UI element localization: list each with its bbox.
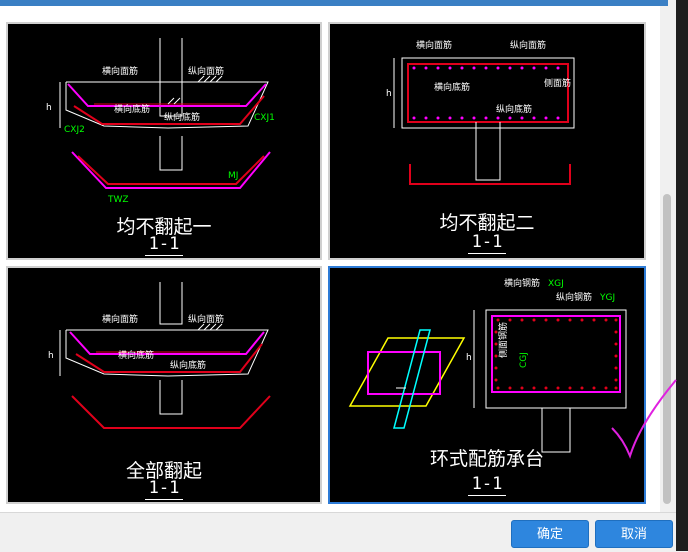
svg-text:横向底筋: 横向底筋 bbox=[118, 349, 154, 361]
svg-text:h: h bbox=[466, 353, 472, 363]
svg-text:横向底筋: 横向底筋 bbox=[434, 81, 470, 93]
svg-text:XGJ: XGJ bbox=[548, 279, 564, 289]
svg-text:侧面钢筋: 侧面钢筋 bbox=[497, 322, 509, 358]
option-tile-ring-reinforced-cap[interactable]: h 横向钢筋 XGJ 纵向钢筋 YGJ 侧面钢筋 CGJ 环式配筋承台 1-1 bbox=[328, 266, 646, 504]
ok-button[interactable]: 确定 bbox=[511, 520, 589, 548]
option-grid: h 横向面筋 纵向面筋 横向底筋 纵向底筋 CXJ2 CXJ1 TWZ MJ 均… bbox=[0, 6, 660, 512]
svg-text:横向面筋: 横向面筋 bbox=[102, 313, 138, 325]
svg-text:CXJ1: CXJ1 bbox=[254, 113, 275, 123]
svg-text:横向面筋: 横向面筋 bbox=[102, 65, 138, 77]
section-label: 1-1 bbox=[330, 474, 644, 496]
scrollbar-thumb[interactable] bbox=[663, 194, 671, 504]
svg-text:TWZ: TWZ bbox=[107, 195, 129, 205]
option-tile-uniform-no-flip-1[interactable]: h 横向面筋 纵向面筋 横向底筋 纵向底筋 CXJ2 CXJ1 TWZ MJ 均… bbox=[6, 22, 322, 260]
svg-text:YGJ: YGJ bbox=[599, 293, 615, 303]
option-tile-all-flipped[interactable]: h 横向面筋 纵向面筋 横向底筋 纵向底筋 全部翻起 1-1 bbox=[6, 266, 322, 504]
svg-text:横向钢筋: 横向钢筋 bbox=[504, 277, 540, 289]
svg-text:MJ: MJ bbox=[228, 171, 238, 181]
svg-text:纵向面筋: 纵向面筋 bbox=[188, 313, 224, 325]
svg-text:横向底筋: 横向底筋 bbox=[114, 103, 150, 115]
svg-text:CGJ: CGJ bbox=[519, 352, 529, 368]
svg-text:h: h bbox=[48, 351, 54, 361]
section-label: 1-1 bbox=[330, 232, 644, 254]
section-label: 1-1 bbox=[8, 234, 320, 256]
svg-text:纵向面筋: 纵向面筋 bbox=[188, 65, 224, 77]
svg-text:纵向底筋: 纵向底筋 bbox=[496, 103, 532, 115]
background-window-edge bbox=[676, 0, 688, 551]
svg-text:纵向底筋: 纵向底筋 bbox=[170, 359, 206, 371]
svg-text:横向面筋: 横向面筋 bbox=[416, 39, 452, 51]
section-label: 1-1 bbox=[8, 478, 320, 500]
dim-h-label: h bbox=[46, 103, 52, 113]
vertical-scrollbar[interactable] bbox=[660, 6, 676, 512]
svg-text:h: h bbox=[386, 89, 392, 99]
cancel-button[interactable]: 取消 bbox=[595, 520, 673, 548]
svg-text:侧面筋: 侧面筋 bbox=[544, 77, 571, 89]
svg-text:纵向底筋: 纵向底筋 bbox=[164, 111, 200, 123]
svg-text:纵向钢筋: 纵向钢筋 bbox=[556, 291, 592, 303]
option-tile-uniform-no-flip-2[interactable]: h 横向面筋 纵向面筋 横向底筋 纵向底筋 侧面筋 均不翻起二 1-1 bbox=[328, 22, 646, 260]
svg-text:CXJ2: CXJ2 bbox=[64, 125, 85, 135]
svg-text:纵向面筋: 纵向面筋 bbox=[510, 39, 546, 51]
tile-caption: 环式配筋承台 bbox=[429, 448, 544, 470]
tile-caption: 均不翻起二 bbox=[439, 212, 535, 234]
